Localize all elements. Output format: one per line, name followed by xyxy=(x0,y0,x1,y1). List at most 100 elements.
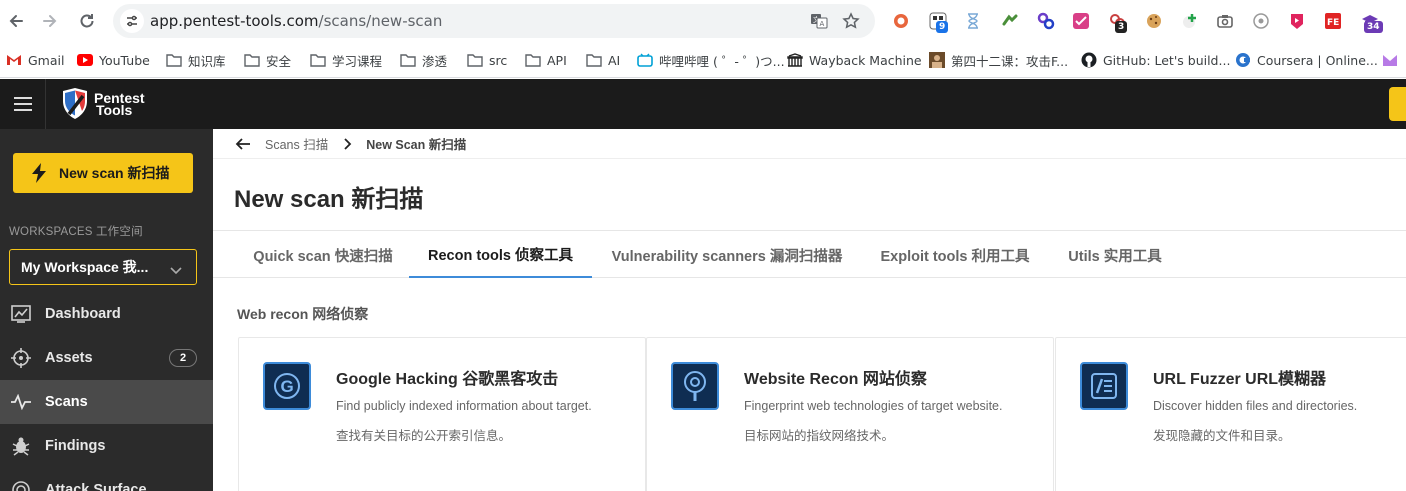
logo[interactable]: Pentest Tools xyxy=(60,87,145,121)
folder-icon xyxy=(467,52,483,68)
bookmark-label: 哔哩哔哩 ( ゜- ゜)つ... xyxy=(659,53,785,69)
card-title: URL Fuzzer URL模糊器 xyxy=(1153,371,1327,388)
sidebar-item-dashboard[interactable]: Dashboard xyxy=(0,292,213,336)
extension-cookie-icon[interactable] xyxy=(1144,11,1164,31)
extension-translate-icon[interactable]: 9 xyxy=(928,11,949,33)
extension-flower-icon[interactable] xyxy=(1251,11,1271,31)
sidebar-item-findings[interactable]: Findings xyxy=(0,424,213,468)
pulse-icon xyxy=(11,392,31,412)
reload-icon[interactable] xyxy=(75,9,99,33)
card-description: Find publicly indexed information about … xyxy=(336,399,592,413)
bookmark-label: src xyxy=(489,52,508,68)
extension-chain-icon[interactable]: 3 xyxy=(1107,11,1128,33)
url-host: app.pentest-tools.com xyxy=(150,12,319,30)
bookmark-folder[interactable]: AI xyxy=(586,50,620,70)
extension-hourglass-icon[interactable] xyxy=(963,11,983,31)
bookmark-folder[interactable]: src xyxy=(467,50,507,70)
target-icon xyxy=(11,348,31,368)
translate-icon[interactable]: 文A xyxy=(809,11,829,31)
forward-icon[interactable] xyxy=(38,9,62,33)
tab-exploit-tools[interactable]: Exploit tools 利用工具 xyxy=(871,232,1039,278)
tool-card-google-hacking[interactable]: G Google Hacking 谷歌黑客攻击 Find publicly in… xyxy=(238,337,646,491)
sidebar-item-label: Scans xyxy=(45,394,88,410)
sidebar-item-label: Attack Surface xyxy=(45,482,147,491)
bookmark-label: 安全 xyxy=(266,53,292,69)
bookmark-github[interactable]: GitHub: Let's build... xyxy=(1081,50,1230,70)
bookmark-folder[interactable]: 安全 xyxy=(244,50,291,70)
sidebar: New scan 新扫描 WORKSPACES 工作空间 My Workspac… xyxy=(0,129,213,491)
bookmark-more[interactable] xyxy=(1382,50,1398,70)
sidebar-item-label: Dashboard xyxy=(45,306,121,322)
bookmark-label: 学习课程 xyxy=(332,53,383,69)
card-description: Fingerprint web technologies of target w… xyxy=(744,399,1003,413)
bookmark-bilibili[interactable]: 哔哩哔哩 ( ゜- ゜)つ... xyxy=(637,50,785,70)
bookmark-label: Wayback Machine xyxy=(809,52,922,68)
bookmark-folder[interactable]: 知识库 xyxy=(166,50,226,70)
tool-card-website-recon[interactable]: Website Recon 网站侦察 Fingerprint web techn… xyxy=(646,337,1054,491)
bookmark-lesson[interactable]: 第四十二课：攻击F... xyxy=(929,50,1068,70)
bookmark-folder[interactable]: API xyxy=(525,50,567,70)
header-action-button[interactable] xyxy=(1389,87,1406,121)
browser-toolbar: app.pentest-tools.com/scans/new-scan 文A … xyxy=(0,0,1406,42)
bookmark-wayback[interactable]: Wayback Machine xyxy=(787,50,922,70)
bookmark-folder[interactable]: 渗透 xyxy=(400,50,447,70)
bookmark-coursera[interactable]: Coursera | Online... xyxy=(1235,50,1378,70)
youtube-icon xyxy=(77,52,93,68)
extension-badge: 34 xyxy=(1364,21,1383,33)
extension-graduation-icon[interactable]: 34 xyxy=(1360,11,1383,33)
magnifier-icon xyxy=(671,362,719,410)
extension-checklist-icon[interactable] xyxy=(1071,11,1091,31)
bookmark-gmail[interactable]: Gmail xyxy=(6,50,64,70)
breadcrumb: Scans 扫描 New Scan 新扫描 xyxy=(213,129,1406,159)
folder-icon xyxy=(244,52,260,68)
extension-badge: 9 xyxy=(936,21,949,33)
breadcrumb-parent[interactable]: Scans 扫描 xyxy=(265,134,328,153)
bilibili-icon xyxy=(637,52,653,68)
new-scan-button[interactable]: New scan 新扫描 xyxy=(13,153,193,193)
bookmark-label: YouTube xyxy=(99,52,150,68)
sidebar-item-assets[interactable]: Assets 2 xyxy=(0,336,213,380)
bookmark-label: 知识库 xyxy=(188,53,226,69)
new-scan-label: New scan 新扫描 xyxy=(59,165,170,181)
url-text[interactable]: app.pentest-tools.com/scans/new-scan xyxy=(150,12,442,30)
card-title: Website Recon 网站侦察 xyxy=(744,371,927,388)
sidebar-item-attack-surface[interactable]: Attack Surface xyxy=(0,468,213,491)
tab-vulnerability-scanners[interactable]: Vulnerability scanners 漏洞扫描器 xyxy=(602,232,852,278)
bookmark-star-icon[interactable] xyxy=(841,11,861,31)
url-path: /scans/new-scan xyxy=(318,12,443,30)
extension-plus-icon[interactable] xyxy=(1180,11,1200,31)
tab-utils[interactable]: Utils 实用工具 xyxy=(1059,232,1171,278)
folder-icon xyxy=(586,52,602,68)
breadcrumb-current: New Scan 新扫描 xyxy=(366,138,467,152)
extension-camera-icon[interactable] xyxy=(1215,11,1235,31)
tabs: Quick scan 快速扫描 Recon tools 侦察工具 Vulnera… xyxy=(213,232,1406,278)
tool-card-url-fuzzer[interactable]: URL Fuzzer URL模糊器 Discover hidden files … xyxy=(1055,337,1406,491)
fuzzer-icon xyxy=(1080,362,1128,410)
address-bar[interactable]: app.pentest-tools.com/scans/new-scan 文A xyxy=(113,4,875,38)
workspace-select[interactable]: My Workspace 我... xyxy=(9,249,197,285)
radar-icon xyxy=(11,480,31,491)
workspaces-label: WORKSPACES 工作空间 xyxy=(9,226,143,238)
bookmark-label: GitHub: Let's build... xyxy=(1103,52,1231,68)
folder-icon xyxy=(310,52,326,68)
extension-fe-icon[interactable]: FE xyxy=(1323,11,1343,31)
extension-puzzle-icon[interactable] xyxy=(1000,11,1020,31)
bookmark-folder[interactable]: 学习课程 xyxy=(310,50,382,70)
bookmark-youtube[interactable]: YouTube xyxy=(77,50,150,70)
site-info-icon[interactable] xyxy=(120,9,144,33)
extension-ring-icon[interactable] xyxy=(891,11,911,31)
main-content: Scans 扫描 New Scan 新扫描 New scan 新扫描 Quick… xyxy=(213,129,1406,491)
extension-link-icon[interactable] xyxy=(1036,11,1056,31)
sidebar-item-label: Findings xyxy=(45,438,106,454)
sidebar-item-scans[interactable]: Scans xyxy=(0,380,213,424)
extension-play-icon[interactable] xyxy=(1287,11,1307,31)
menu-icon[interactable] xyxy=(0,79,46,129)
back-icon[interactable] xyxy=(4,9,28,33)
svg-text:A: A xyxy=(820,20,825,28)
wayback-icon xyxy=(787,52,803,68)
back-arrow-icon[interactable] xyxy=(235,136,251,152)
tab-quick-scan[interactable]: Quick scan 快速扫描 xyxy=(235,232,411,278)
bookmark-label: 渗透 xyxy=(422,53,448,69)
card-description-cn: 目标网站的指纹网络技术。 xyxy=(744,429,895,443)
tab-recon-tools[interactable]: Recon tools 侦察工具 xyxy=(409,232,592,278)
